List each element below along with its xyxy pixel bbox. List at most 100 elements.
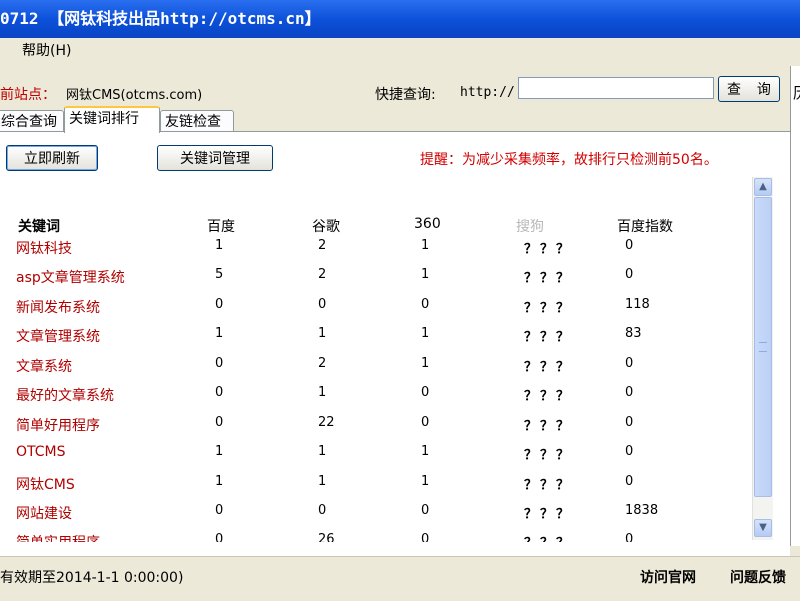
table-row: 新闻发布系统 0 0 0 ？？？ 118	[0, 297, 752, 326]
sogou-cell: ？？？	[524, 330, 573, 345]
current-site-value: 网钛CMS(otcms.com)	[66, 88, 203, 103]
header-baidu: 百度	[207, 219, 235, 235]
keyword-cell[interactable]: 网站建设	[16, 503, 72, 523]
keyword-cell[interactable]: asp文章管理系统	[16, 267, 125, 287]
google-cell: 0	[318, 503, 327, 518]
360-cell: 1	[421, 356, 430, 371]
baidu-cell: 0	[215, 415, 224, 430]
360-cell: 1	[421, 267, 430, 282]
quick-query-input[interactable]	[518, 77, 714, 99]
quick-query-prefix: http://	[460, 85, 515, 100]
baidu-index-cell: 0	[625, 385, 634, 400]
tab-label: 友链检查	[165, 114, 221, 130]
current-site-label: 前站点：	[0, 87, 56, 103]
google-cell: 1	[318, 385, 327, 400]
menu-bar: 帮助(H)	[0, 38, 800, 64]
table-row: OTCMS 1 1 1 ？？？ 0	[0, 444, 752, 473]
grip-icon	[759, 342, 767, 352]
expiry-text: 有效期至2014-1-1 0:00:00)	[0, 570, 184, 586]
tab-link-check[interactable]: 友链检查	[160, 110, 234, 132]
scrollbar-thumb[interactable]	[754, 197, 772, 497]
header-keyword: 关键词	[18, 219, 60, 235]
google-cell: 22	[318, 415, 335, 430]
360-cell: 1	[421, 474, 430, 489]
baidu-index-cell: 0	[625, 356, 634, 371]
360-cell: 0	[421, 503, 430, 518]
baidu-index-cell: 0	[625, 532, 634, 542]
baidu-cell: 1	[215, 326, 224, 341]
window-title: 0712 【网钛科技出品http://otcms.cn】	[0, 9, 321, 28]
sogou-cell: ？？？	[524, 389, 573, 404]
google-cell: 1	[318, 326, 327, 341]
title-bar: 0712 【网钛科技出品http://otcms.cn】	[0, 0, 800, 38]
360-cell: 0	[421, 415, 430, 430]
keyword-cell[interactable]: 新闻发布系统	[16, 297, 100, 317]
table-row: 网站建设 0 0 0 ？？？ 1838	[0, 503, 752, 532]
keyword-cell[interactable]: 简单实用程序	[16, 532, 100, 542]
360-cell: 1	[421, 444, 430, 459]
keyword-cell[interactable]: 文章系统	[16, 356, 72, 376]
keyword-cell[interactable]: 简单好用程序	[16, 415, 100, 435]
right-panel-label: 历	[793, 82, 800, 103]
table-row: 简单实用程序 0 26 0 ？？？ 0	[0, 532, 752, 542]
baidu-index-cell: 0	[625, 238, 634, 253]
table-row: 网钛CMS 1 1 1 ？？？ 0	[0, 474, 752, 503]
table-row: asp文章管理系统 5 2 1 ？？？ 0	[0, 267, 752, 296]
baidu-index-cell: 0	[625, 415, 634, 430]
baidu-index-cell: 0	[625, 444, 634, 459]
feedback-link[interactable]: 问题反馈	[730, 567, 786, 587]
keyword-cell[interactable]: 最好的文章系统	[16, 385, 114, 405]
keyword-cell[interactable]: 网钛科技	[16, 238, 72, 258]
notice-text: 提醒：为减少采集频率，故排行只检测前50名。	[420, 152, 718, 168]
baidu-cell: 1	[215, 238, 224, 253]
header-360: 360	[414, 216, 441, 232]
keyword-cell[interactable]: OTCMS	[16, 444, 66, 460]
quick-query-label: 快捷查询:	[375, 87, 436, 103]
tab-keyword-ranking[interactable]: 关键词排行	[64, 106, 160, 133]
header-baidu-index: 百度指数	[617, 219, 673, 235]
google-cell: 2	[318, 238, 327, 253]
keyword-cell[interactable]: 网钛CMS	[16, 474, 75, 494]
chevron-down-icon[interactable]: ▼	[754, 519, 772, 537]
table-row: 网钛科技 1 2 1 ？？？ 0	[0, 238, 752, 267]
tab-label: 关键词排行	[69, 111, 139, 127]
menu-help[interactable]: 帮助(H)	[22, 38, 71, 64]
sogou-cell: ？？？	[524, 271, 573, 286]
header-sogou: 搜狗	[516, 219, 544, 235]
sogou-cell: ？？？	[524, 448, 573, 463]
right-side-panel: 历	[790, 66, 800, 546]
baidu-cell: 5	[215, 267, 224, 282]
baidu-index-cell: 83	[625, 326, 642, 341]
table-row: 最好的文章系统 0 1 0 ？？？ 0	[0, 385, 752, 414]
vertical-scrollbar[interactable]: ▲ ▼	[752, 177, 773, 540]
chevron-up-icon[interactable]: ▲	[754, 178, 772, 196]
360-cell: 0	[421, 532, 430, 542]
google-cell: 0	[318, 297, 327, 312]
keyword-manage-button[interactable]: 关键词管理	[157, 145, 273, 171]
site-bar: 前站点： 网钛CMS(otcms.com) 快捷查询: http:// 查 询	[0, 64, 800, 110]
google-cell: 1	[318, 444, 327, 459]
baidu-cell: 0	[215, 532, 224, 542]
baidu-cell: 1	[215, 474, 224, 489]
google-cell: 1	[318, 474, 327, 489]
baidu-cell: 0	[215, 297, 224, 312]
google-cell: 2	[318, 356, 327, 371]
status-bar: 有效期至2014-1-1 0:00:00) 访问官网 问题反馈	[0, 556, 800, 601]
sogou-cell: ？？？	[524, 301, 573, 316]
baidu-cell: 0	[215, 356, 224, 371]
query-button[interactable]: 查 询	[718, 76, 780, 102]
sogou-cell: ？？？	[524, 419, 573, 434]
table-row: 文章管理系统 1 1 1 ？？？ 83	[0, 326, 752, 355]
refresh-now-button[interactable]: 立即刷新	[6, 145, 98, 171]
360-cell: 0	[421, 297, 430, 312]
visit-site-link[interactable]: 访问官网	[640, 567, 696, 587]
sogou-cell: ？？？	[524, 360, 573, 375]
header-google: 谷歌	[312, 219, 340, 235]
keyword-cell[interactable]: 文章管理系统	[16, 326, 100, 346]
baidu-index-cell: 0	[625, 474, 634, 489]
baidu-index-cell: 118	[625, 297, 650, 312]
tab-general-query[interactable]: 综合查询	[0, 110, 64, 132]
360-cell: 0	[421, 385, 430, 400]
keyword-ranking-panel: 立即刷新 关键词管理 提醒：为减少采集频率，故排行只检测前50名。 关键词 百度…	[0, 131, 790, 556]
sogou-cell: ？？？	[524, 507, 573, 522]
